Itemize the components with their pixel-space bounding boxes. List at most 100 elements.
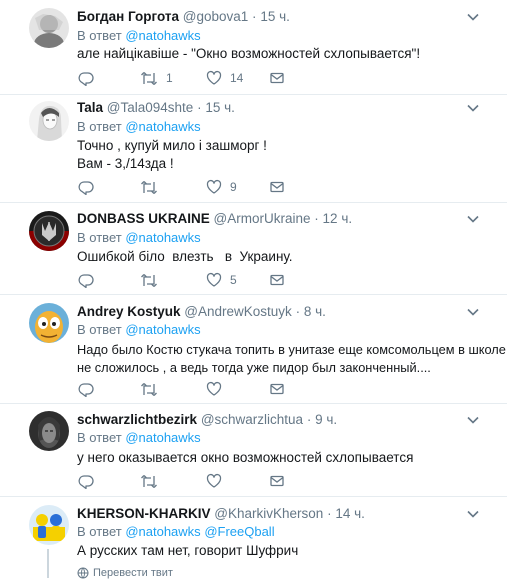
timestamp[interactable]: 15 ч.	[205, 100, 235, 115]
tweet-text: Точно , купуй мило і зашморг ! Вам - 3,/…	[77, 137, 497, 173]
like-button[interactable]: 5	[206, 271, 237, 289]
avatar[interactable]	[29, 101, 69, 141]
author-name[interactable]: schwarzlichtbezirk	[77, 412, 197, 427]
separator: ·	[306, 412, 312, 427]
avatar[interactable]	[29, 8, 69, 48]
reply-context: В ответ @natohawks	[77, 27, 201, 44]
author-name[interactable]: Andrey Kostyuk	[77, 304, 181, 319]
message-icon	[270, 181, 284, 193]
reply-icon	[78, 383, 94, 397]
mention-link[interactable]: @natohawks	[125, 230, 200, 245]
reply-tweet[interactable]: Богдан Горгота @gobova1 · 15 ч. В ответ …	[0, 0, 507, 95]
retweet-button[interactable]: 1	[140, 69, 173, 87]
like-button[interactable]	[206, 380, 230, 398]
author-name[interactable]: Богдан Горгота	[77, 9, 179, 24]
retweet-count: 1	[166, 71, 173, 85]
reply-prefix: В ответ	[77, 524, 122, 539]
translate-tweet-link[interactable]: Перевести твит	[77, 567, 173, 579]
like-button[interactable]: 14	[206, 69, 243, 87]
message-button[interactable]	[269, 271, 285, 289]
tweet-text: але найцікавіше - "Окно возможностей схл…	[77, 45, 497, 63]
avatar[interactable]	[29, 303, 69, 343]
reply-icon	[78, 475, 94, 489]
separator: ·	[327, 506, 332, 521]
reply-button[interactable]	[78, 271, 102, 289]
avatar[interactable]	[29, 411, 69, 451]
author-name[interactable]: Tala	[77, 100, 103, 115]
author-name[interactable]: KHERSON-KHARKIV	[77, 506, 211, 521]
tweet-actions	[77, 472, 377, 490]
tweet-text: Надо было Костю стукача топить в унитазе…	[77, 341, 507, 377]
retweet-button[interactable]	[140, 380, 166, 398]
reply-context: В ответ @natohawks	[77, 229, 201, 246]
reply-prefix: В ответ	[77, 430, 122, 445]
tweet-header: Богдан Горгота @gobova1 · 15 ч.	[77, 8, 290, 26]
chevron-down-icon[interactable]	[466, 10, 480, 24]
mention-link[interactable]: @natohawks	[125, 28, 200, 43]
reply-button[interactable]	[78, 178, 102, 196]
reply-prefix: В ответ	[77, 28, 122, 43]
reply-context: В ответ @natohawks	[77, 429, 201, 446]
chevron-down-icon[interactable]	[466, 507, 480, 521]
retweet-button[interactable]	[140, 472, 166, 490]
timestamp[interactable]: 14 ч.	[335, 506, 365, 521]
timestamp[interactable]: 9 ч.	[315, 412, 337, 427]
tweet-header: DONBASS UKRAINE @ArmorUkraine · 12 ч.	[77, 210, 352, 228]
like-icon	[206, 473, 222, 488]
tweet-text-line: але найцікавіше - "Окно возможностей схл…	[77, 46, 421, 61]
author-handle[interactable]: @ArmorUkraine	[214, 211, 311, 226]
like-button[interactable]: 9	[206, 178, 237, 196]
tweet-text: А русских там нет, говорит Шуфрич	[77, 542, 497, 560]
reply-tweet[interactable]: Tala @Tala094shte · 15 ч. В ответ @natoh…	[0, 95, 507, 203]
author-handle[interactable]: @gobova1	[183, 9, 249, 24]
reply-tweet[interactable]: schwarzlichtbezirk @schwarzlichtua · 9 ч…	[0, 404, 507, 497]
reply-icon	[78, 181, 94, 195]
reply-tweet[interactable]: KHERSON-KHARKIV @KharkivKherson · 14 ч. …	[0, 497, 507, 580]
chevron-down-icon[interactable]	[466, 212, 480, 226]
reply-icon	[78, 72, 94, 86]
reply-tweet[interactable]: DONBASS UKRAINE @ArmorUkraine · 12 ч. В …	[0, 203, 507, 295]
like-count: 9	[230, 180, 237, 194]
author-handle[interactable]: @KharkivKherson	[214, 506, 323, 521]
reply-button[interactable]	[78, 380, 102, 398]
reply-prefix: В ответ	[77, 230, 122, 245]
like-icon	[206, 70, 222, 85]
author-handle[interactable]: @schwarzlichtua	[201, 412, 303, 427]
tweet-text-line: у него оказывается окно возможностей схл…	[77, 450, 414, 465]
separator: ·	[252, 9, 257, 24]
author-handle[interactable]: @Tala094shte	[107, 100, 194, 115]
author-name[interactable]: DONBASS UKRAINE	[77, 211, 210, 226]
retweet-button[interactable]	[140, 271, 166, 289]
avatar[interactable]	[29, 211, 69, 251]
chevron-down-icon[interactable]	[466, 101, 480, 115]
mention-link[interactable]: @natohawks	[125, 322, 200, 337]
timestamp[interactable]: 12 ч.	[323, 211, 353, 226]
mention-link[interactable]: @FreeQball	[204, 524, 274, 539]
timestamp[interactable]: 15 ч.	[260, 9, 290, 24]
message-icon	[270, 72, 284, 84]
reply-button[interactable]	[78, 69, 102, 87]
reply-button[interactable]	[78, 472, 102, 490]
mention-link[interactable]: @natohawks	[125, 430, 200, 445]
avatar[interactable]	[29, 505, 69, 545]
reply-tweet[interactable]: Andrey Kostyuk @AndrewKostuyk · 8 ч. В о…	[0, 295, 507, 404]
mention-link[interactable]: @natohawks	[125, 524, 200, 539]
author-handle[interactable]: @AndrewKostuyk	[184, 304, 292, 319]
message-button[interactable]	[269, 69, 285, 87]
retweet-button[interactable]	[140, 178, 166, 196]
reply-icon	[78, 274, 94, 288]
tweet-actions: 9	[77, 178, 377, 196]
tweet-header: Tala @Tala094shte · 15 ч.	[77, 99, 235, 117]
message-button[interactable]	[269, 178, 285, 196]
chevron-down-icon[interactable]	[466, 305, 480, 319]
like-count: 5	[230, 273, 237, 287]
like-button[interactable]	[206, 472, 230, 490]
mention-link[interactable]: @natohawks	[125, 119, 200, 134]
like-icon	[206, 179, 222, 194]
chevron-down-icon[interactable]	[466, 413, 480, 427]
message-icon	[270, 383, 284, 395]
message-button[interactable]	[269, 380, 285, 398]
reply-context: В ответ @natohawks	[77, 118, 201, 135]
message-button[interactable]	[269, 472, 285, 490]
timestamp[interactable]: 8 ч.	[304, 304, 326, 319]
